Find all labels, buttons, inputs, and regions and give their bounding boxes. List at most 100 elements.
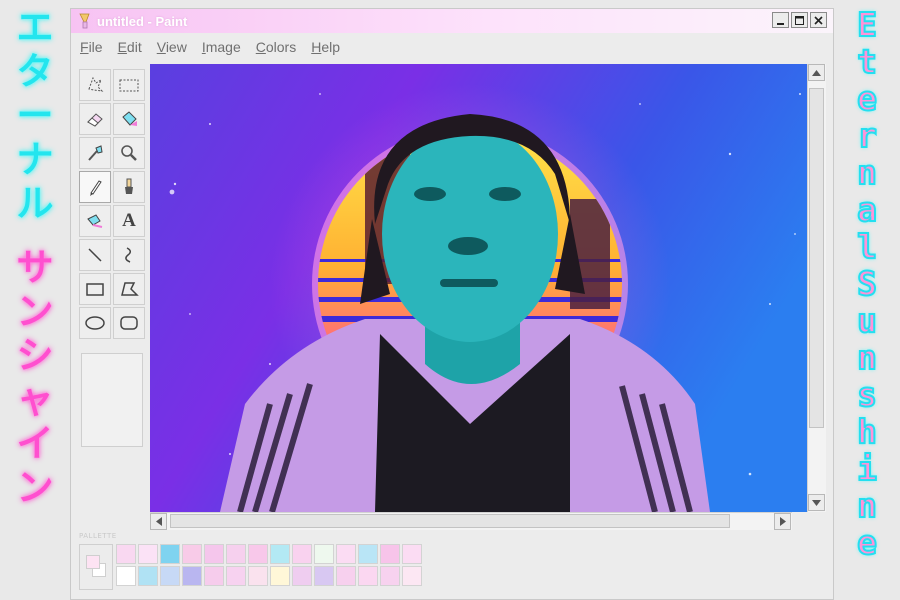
title-char: ル (16, 182, 54, 225)
close-button[interactable] (810, 12, 827, 28)
maximize-button[interactable] (791, 12, 808, 28)
magnifier-tool[interactable] (113, 137, 145, 169)
brush-tool[interactable] (113, 171, 145, 203)
palette-swatch[interactable] (292, 544, 312, 564)
pencil-tool[interactable] (79, 171, 111, 203)
foreground-color-swatch[interactable] (86, 555, 100, 569)
scroll-right-button[interactable] (774, 513, 791, 530)
title-char: ナ (16, 138, 54, 181)
palette-label: PALLETTE (79, 532, 117, 540)
brush-icon (125, 178, 133, 194)
rectangle-tool[interactable] (79, 273, 111, 305)
title-char: S (856, 264, 878, 303)
palette-swatch[interactable] (380, 566, 400, 586)
arrow-left-icon (155, 517, 162, 526)
palette-swatch[interactable] (358, 566, 378, 586)
title-char: a (856, 190, 878, 229)
title-char: イ (16, 422, 54, 465)
menu-bar: File Edit View Image Colors Help (71, 37, 833, 57)
text-tool[interactable]: A (113, 205, 145, 237)
palette-swatch[interactable] (182, 544, 202, 564)
palette-swatch[interactable] (380, 544, 400, 564)
arrow-down-icon (812, 499, 821, 506)
vertical-scrollbar[interactable] (807, 64, 826, 512)
color-picker-tool[interactable] (79, 137, 111, 169)
palette-swatch[interactable] (160, 544, 180, 564)
palette-swatch[interactable] (138, 544, 158, 564)
title-char: r (856, 116, 878, 155)
polygon-tool[interactable] (113, 273, 145, 305)
airbrush-icon (87, 214, 103, 228)
title-char: h (856, 412, 878, 451)
title-char: i (856, 449, 878, 488)
rounded-rect-icon (120, 316, 138, 330)
palette-swatch[interactable] (116, 544, 136, 564)
minimize-icon (777, 22, 784, 25)
title-char: タ (16, 50, 54, 93)
title-char: エ (16, 6, 54, 49)
title-char: e (856, 523, 878, 562)
maximize-icon (795, 15, 804, 25)
palette-swatch[interactable] (226, 566, 246, 586)
drawing-canvas[interactable] (150, 64, 822, 512)
free-select-tool[interactable] (79, 69, 111, 101)
minimize-button[interactable] (772, 12, 789, 28)
scroll-left-button[interactable] (150, 513, 167, 530)
menu-image[interactable]: Image (202, 39, 241, 55)
palette-swatch[interactable] (160, 566, 180, 586)
menu-colors[interactable]: Colors (256, 39, 296, 55)
rounded-rect-tool[interactable] (113, 307, 145, 339)
palette-swatch[interactable] (204, 566, 224, 586)
eraser-tool[interactable] (79, 103, 111, 135)
color-palette (116, 544, 424, 588)
palette-swatch[interactable] (292, 566, 312, 586)
polygon-icon (121, 282, 139, 296)
palette-swatch[interactable] (402, 544, 422, 564)
rect-select-icon (119, 79, 139, 92)
palette-swatch[interactable] (402, 566, 422, 586)
rectangle-icon (86, 283, 104, 296)
palette-swatch[interactable] (270, 544, 290, 564)
palette-swatch[interactable] (270, 566, 290, 586)
menu-edit[interactable]: Edit (118, 39, 142, 55)
current-colors-box (79, 544, 113, 590)
ellipse-tool[interactable] (79, 307, 111, 339)
tool-options-box[interactable] (81, 353, 143, 447)
scroll-down-button[interactable] (808, 494, 825, 511)
menu-view[interactable]: View (157, 39, 187, 55)
eraser-icon (87, 113, 103, 127)
palette-swatch[interactable] (248, 566, 268, 586)
title-char: ャ (16, 378, 54, 421)
palette-swatch[interactable] (336, 544, 356, 564)
palette-swatch[interactable] (138, 566, 158, 586)
title-char: E (856, 5, 878, 44)
line-tool[interactable] (79, 239, 111, 271)
horizontal-scroll-thumb[interactable] (170, 514, 730, 528)
palette-swatch[interactable] (248, 544, 268, 564)
title-char: s (856, 375, 878, 414)
scroll-up-button[interactable] (808, 64, 825, 81)
palette-swatch[interactable] (182, 566, 202, 586)
line-icon (88, 248, 102, 262)
curve-tool[interactable] (113, 239, 145, 271)
palette-swatch[interactable] (226, 544, 246, 564)
rect-select-tool[interactable] (113, 69, 145, 101)
palette-swatch[interactable] (314, 566, 334, 586)
title-char: ー (16, 94, 54, 137)
menu-file[interactable]: File (80, 39, 103, 55)
palette-swatch[interactable] (336, 566, 356, 586)
fill-bucket-icon (122, 111, 137, 126)
airbrush-tool[interactable] (79, 205, 111, 237)
title-char: l (856, 227, 878, 266)
horizontal-scrollbar[interactable] (150, 512, 792, 530)
palette-swatch[interactable] (116, 566, 136, 586)
left-vertical-title: エターナル サンシャイン (2, 6, 68, 510)
palette-swatch[interactable] (204, 544, 224, 564)
vertical-scroll-thumb[interactable] (809, 88, 824, 428)
fill-tool[interactable] (113, 103, 145, 135)
title-char: u (856, 301, 878, 340)
palette-swatch[interactable] (358, 544, 378, 564)
pencil-icon (90, 180, 102, 196)
palette-swatch[interactable] (314, 544, 334, 564)
menu-help[interactable]: Help (311, 39, 340, 55)
